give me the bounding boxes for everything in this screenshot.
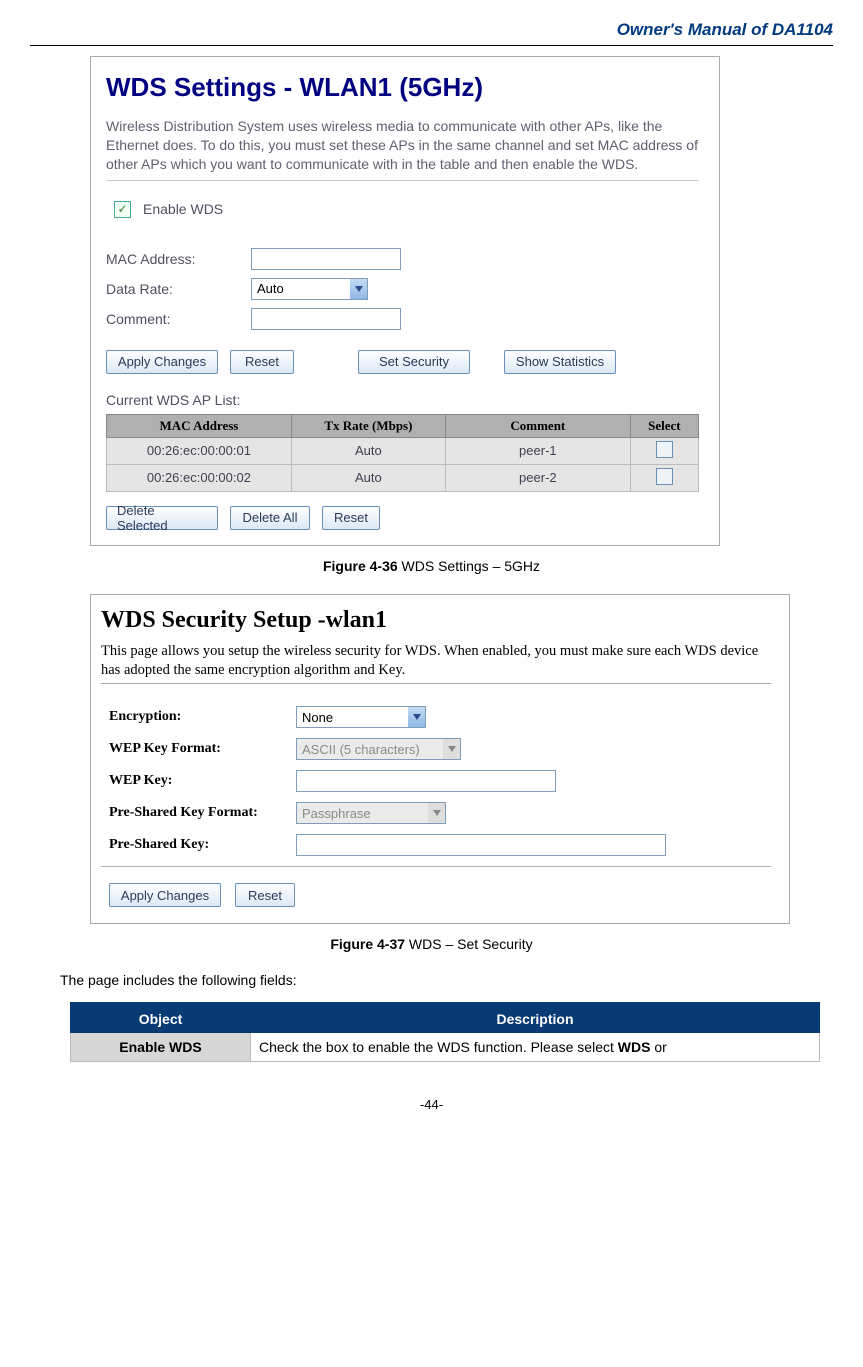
wep-key-label: WEP Key: xyxy=(101,773,296,789)
wds-description: Wireless Distribution System uses wirele… xyxy=(106,117,699,174)
figure-caption-1: Figure 4-36 WDS Settings – 5GHz xyxy=(30,558,833,574)
divider xyxy=(101,683,771,684)
reset-list-button[interactable]: Reset xyxy=(322,506,380,530)
encryption-label: Encryption: xyxy=(101,709,296,725)
set-security-button[interactable]: Set Security xyxy=(358,350,470,374)
select-row-checkbox[interactable] xyxy=(656,441,673,458)
encryption-value: None xyxy=(297,710,408,725)
object-description-table: Object Description Enable WDS Check the … xyxy=(70,1005,820,1062)
th-description: Description xyxy=(251,1006,820,1033)
cell-mac: 00:26:ec:00:00:01 xyxy=(107,437,292,464)
divider xyxy=(106,180,699,181)
current-list-label: Current WDS AP List: xyxy=(106,392,699,408)
enable-wds-checkbox[interactable]: ✓ xyxy=(114,201,131,218)
delete-selected-button[interactable]: Delete Selected xyxy=(106,506,218,530)
enable-wds-label: Enable WDS xyxy=(143,201,223,217)
data-rate-select[interactable]: Auto xyxy=(251,278,368,300)
th-object: Object xyxy=(71,1006,251,1033)
data-rate-label: Data Rate: xyxy=(106,281,251,297)
cell-comment: peer-1 xyxy=(445,437,630,464)
psk-label: Pre-Shared Key: xyxy=(101,837,296,853)
th-rate: Tx Rate (Mbps) xyxy=(291,414,445,437)
delete-all-button[interactable]: Delete All xyxy=(230,506,310,530)
wep-format-label: WEP Key Format: xyxy=(101,741,296,757)
psk-format-value: Passphrase xyxy=(297,806,428,821)
encryption-select[interactable]: None xyxy=(296,706,426,728)
page-header-title: Owner's Manual of DA1104 xyxy=(30,20,833,40)
dropdown-arrow-icon xyxy=(428,803,445,823)
comment-label: Comment: xyxy=(106,311,251,327)
select-row-checkbox[interactable] xyxy=(656,468,673,485)
object-cell: Enable WDS xyxy=(71,1033,251,1062)
security-title: WDS Security Setup -wlan1 xyxy=(101,607,771,634)
wds-settings-screenshot: WDS Settings - WLAN1 (5GHz) Wireless Dis… xyxy=(90,56,720,546)
divider xyxy=(101,866,771,867)
psk-format-label: Pre-Shared Key Format: xyxy=(101,805,296,821)
mac-address-label: MAC Address: xyxy=(106,251,251,267)
th-mac: MAC Address xyxy=(107,414,292,437)
cell-rate: Auto xyxy=(291,464,445,491)
reset-button-2[interactable]: Reset xyxy=(235,883,295,907)
cell-comment: peer-2 xyxy=(445,464,630,491)
wds-title: WDS Settings - WLAN1 (5GHz) xyxy=(106,72,699,103)
psk-input[interactable] xyxy=(296,834,666,856)
dropdown-arrow-icon xyxy=(408,707,425,727)
th-comment: Comment xyxy=(445,414,630,437)
apply-changes-button-2[interactable]: Apply Changes xyxy=(109,883,221,907)
wds-ap-table: MAC Address Tx Rate (Mbps) Comment Selec… xyxy=(106,414,699,492)
figure-caption-2: Figure 4-37 WDS – Set Security xyxy=(30,936,833,952)
wep-format-select: ASCII (5 characters) xyxy=(296,738,461,760)
dropdown-arrow-icon xyxy=(350,279,367,299)
object-description-table-wrap: Object Description Enable WDS Check the … xyxy=(70,1002,820,1062)
table-row: 00:26:ec:00:00:02 Auto peer-2 xyxy=(107,464,699,491)
table-row: 00:26:ec:00:00:01 Auto peer-1 xyxy=(107,437,699,464)
reset-button[interactable]: Reset xyxy=(230,350,294,374)
dropdown-arrow-icon xyxy=(443,739,460,759)
apply-changes-button[interactable]: Apply Changes xyxy=(106,350,218,374)
wep-key-input[interactable] xyxy=(296,770,556,792)
comment-input[interactable] xyxy=(251,308,401,330)
table-row: Enable WDS Check the box to enable the W… xyxy=(71,1033,820,1062)
page-number: -44- xyxy=(30,1097,833,1112)
description-cell: Check the box to enable the WDS function… xyxy=(251,1033,820,1062)
cell-mac: 00:26:ec:00:00:02 xyxy=(107,464,292,491)
mac-address-input[interactable] xyxy=(251,248,401,270)
data-rate-value: Auto xyxy=(252,281,350,296)
cell-rate: Auto xyxy=(291,437,445,464)
psk-format-select: Passphrase xyxy=(296,802,446,824)
wds-security-screenshot: WDS Security Setup -wlan1 This page allo… xyxy=(90,594,790,925)
show-statistics-button[interactable]: Show Statistics xyxy=(504,350,616,374)
security-description: This page allows you setup the wireless … xyxy=(101,642,771,680)
header-divider xyxy=(30,45,833,46)
fields-intro: The page includes the following fields: xyxy=(60,972,833,988)
th-select: Select xyxy=(630,414,698,437)
wep-format-value: ASCII (5 characters) xyxy=(297,742,443,757)
